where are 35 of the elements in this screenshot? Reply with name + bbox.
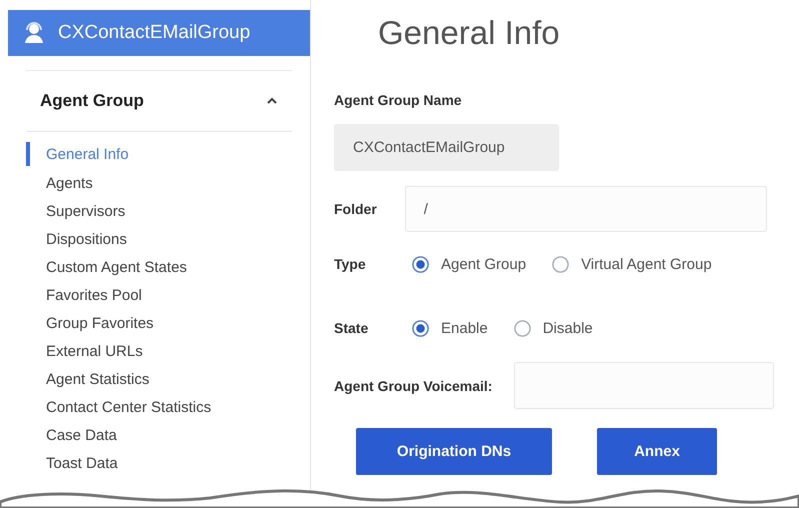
sidebar-item[interactable]: Dispositions bbox=[26, 225, 292, 253]
radio-label: Agent Group bbox=[441, 256, 526, 272]
group-title: CXContactEMailGroup bbox=[58, 22, 250, 44]
section-title: Agent Group bbox=[40, 91, 144, 111]
input-field[interactable]: / bbox=[404, 186, 767, 232]
readonly-field: CXContactEMailGroup bbox=[334, 124, 559, 171]
sidebar-item[interactable]: Favorites Pool bbox=[26, 281, 292, 309]
radio-label: Virtual Agent Group bbox=[581, 256, 712, 272]
field-label: Type bbox=[334, 256, 367, 272]
field-label: Folder bbox=[334, 201, 377, 217]
sidebar-item[interactable]: Agents bbox=[26, 169, 292, 197]
sidebar-item[interactable]: General Info bbox=[26, 142, 292, 166]
input-field[interactable] bbox=[514, 362, 774, 409]
caret-icon[interactable] bbox=[266, 97, 278, 105]
page-title: General Info bbox=[378, 14, 561, 52]
field-label: Agent Group Voicemail: bbox=[334, 378, 492, 394]
sidebar-item[interactable]: Case Data bbox=[26, 421, 292, 449]
field-label: State bbox=[334, 320, 370, 336]
sidebar-item[interactable]: Contact Center Statistics bbox=[26, 393, 292, 421]
sidebar-item[interactable]: Supervisors bbox=[26, 197, 292, 225]
sidebar-item[interactable]: External URLs bbox=[26, 337, 292, 365]
field-label: Agent Group Name bbox=[334, 92, 463, 108]
sidebar-item[interactable]: Agent Statistics bbox=[26, 365, 292, 393]
radio-button[interactable] bbox=[552, 256, 570, 272]
radio-button[interactable] bbox=[412, 320, 429, 336]
radio-button[interactable] bbox=[514, 320, 531, 336]
agent-icon bbox=[22, 21, 46, 45]
radio-button[interactable] bbox=[412, 256, 429, 272]
radio-label: Enable bbox=[441, 320, 488, 336]
sidebar-item[interactable]: Toast Data bbox=[26, 449, 292, 477]
sidebar-item[interactable]: Custom Agent States bbox=[26, 253, 292, 281]
action-button[interactable]: Origination DNs bbox=[356, 428, 552, 475]
sidebar-item[interactable]: Group Favorites bbox=[26, 309, 292, 337]
radio-label: Disable bbox=[542, 320, 593, 336]
action-button[interactable]: Annex bbox=[597, 428, 717, 475]
